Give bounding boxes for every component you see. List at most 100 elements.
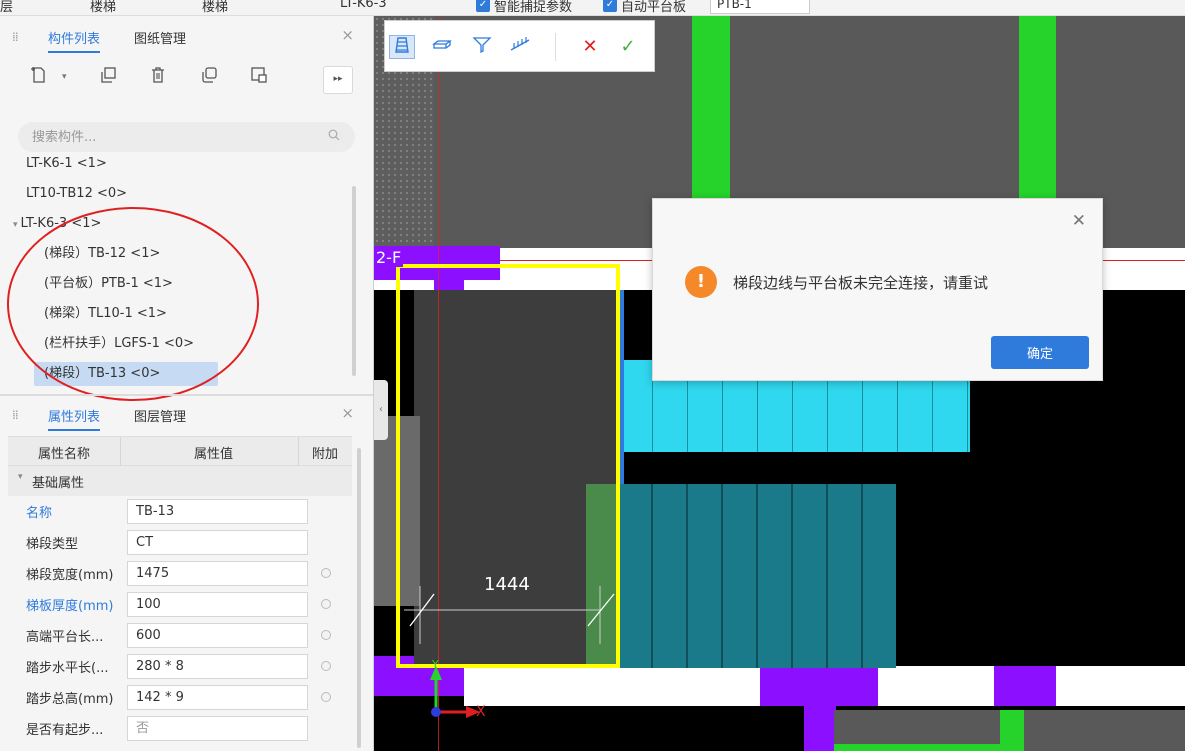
toolbar-divider	[555, 33, 556, 61]
axis-x-label: X	[476, 704, 486, 720]
slab-icon	[432, 40, 452, 49]
chevron-left-icon: ‹	[379, 404, 383, 415]
property-value-input[interactable]: CT	[127, 530, 308, 555]
attach-radio[interactable]	[321, 630, 331, 640]
trash-icon	[152, 67, 164, 83]
column-divider	[298, 437, 299, 467]
purple-column	[994, 666, 1056, 706]
property-value-input[interactable]: 100	[127, 592, 308, 617]
purple-column	[804, 706, 836, 751]
component-type-dropdown-2[interactable]: 楼梯	[202, 0, 228, 15]
property-name: 梯板厚度(mm)	[26, 599, 114, 614]
property-value-input[interactable]: 280 * 8	[127, 654, 308, 679]
chevron-down-icon[interactable]: ▾	[62, 72, 67, 82]
tab-layer-management[interactable]: 图层管理	[134, 406, 186, 429]
property-name: 是否有起步...	[26, 723, 104, 738]
property-value-input[interactable]: 否	[127, 716, 308, 741]
copy-button[interactable]	[95, 66, 121, 92]
purple-column	[760, 666, 878, 706]
property-row: 踏步总高(mm) 142 * 9	[8, 682, 352, 713]
close-icon: ✕	[582, 36, 598, 57]
red-annotation-ellipse	[7, 207, 259, 401]
tree-item[interactable]: LT-K6-1 <1>	[26, 152, 113, 176]
axis-y-label: Y	[432, 658, 439, 671]
close-icon[interactable]: ×	[341, 404, 354, 422]
close-icon[interactable]: ✕	[1072, 211, 1086, 231]
property-row: 高端平台长... 600	[8, 620, 352, 651]
railing-icon	[510, 37, 530, 51]
property-value-input[interactable]: 142 * 9	[127, 685, 308, 710]
attach-radio[interactable]	[321, 568, 331, 578]
drag-grip-icon[interactable]: ⁞⁞	[12, 408, 19, 422]
smart-snap-label: 智能捕捉参数	[494, 0, 573, 15]
drag-grip-icon[interactable]: ⁞⁞	[12, 30, 19, 44]
stair-flight-tool-button[interactable]	[389, 35, 415, 59]
property-scrollbar[interactable]	[357, 448, 361, 748]
platform-select[interactable]: PTB-1	[710, 0, 810, 14]
column-header: 属性值	[194, 447, 234, 462]
collapse-panel-handle[interactable]: ‹	[374, 380, 388, 440]
save-template-button[interactable]	[246, 66, 272, 92]
tab-component-list[interactable]: 构件列表	[48, 28, 101, 53]
property-name: 高端平台长...	[26, 630, 104, 645]
check-icon: ✓	[620, 36, 636, 57]
slab-band	[1056, 666, 1185, 706]
property-row: 踏步水平长(... 280 * 8	[8, 651, 352, 682]
attach-radio[interactable]	[321, 599, 331, 609]
duplicate-button[interactable]	[196, 66, 222, 92]
tab-drawing-management[interactable]: 图纸管理	[134, 28, 186, 51]
dimension-value: 1444	[484, 574, 530, 595]
property-row: 是否有起步... 否	[8, 713, 352, 744]
property-name: 梯段宽度(mm)	[26, 568, 114, 583]
column-divider	[120, 437, 121, 467]
component-name-dropdown[interactable]: LT-K6-3	[340, 0, 387, 11]
stair-steps-lower	[618, 484, 896, 668]
property-table-header: 属性名称 属性值 附加	[8, 436, 352, 467]
property-value-input[interactable]: TB-13	[127, 499, 308, 524]
attach-radio[interactable]	[321, 692, 331, 702]
attach-radio[interactable]	[321, 661, 331, 671]
delete-button[interactable]	[145, 66, 171, 92]
drawing-canvas[interactable]: 2-F 1444 Y X ‹	[374, 16, 1185, 751]
stair-beam-tool-button[interactable]	[469, 35, 495, 59]
auto-platform-label: 自动平台板	[621, 0, 687, 15]
warning-icon: !	[685, 266, 717, 298]
confirm-button[interactable]: ✓	[615, 35, 641, 59]
new-component-button[interactable]	[26, 66, 52, 92]
smart-snap-checkbox[interactable]: ✓	[476, 0, 490, 12]
close-icon[interactable]: ×	[341, 26, 354, 44]
platform-tool-button[interactable]	[429, 35, 455, 59]
railing-tool-button[interactable]	[507, 35, 533, 59]
layers-icon	[202, 67, 217, 83]
property-name: 踏步总高(mm)	[26, 692, 114, 707]
column-header: 属性名称	[38, 447, 91, 462]
group-label: 基础属性	[32, 476, 85, 491]
green-wall	[834, 744, 1000, 751]
slab-band	[878, 666, 994, 706]
tab-property-list[interactable]: 属性列表	[48, 406, 101, 431]
property-group-row[interactable]: ▾ 基础属性	[8, 466, 352, 496]
ok-button[interactable]: 确定	[991, 336, 1089, 369]
component-type-dropdown[interactable]: 楼梯	[90, 0, 116, 15]
property-value-input[interactable]: 1475	[127, 561, 308, 586]
save-icon	[251, 67, 267, 83]
property-row: 名称 TB-13	[8, 496, 352, 527]
property-row: 梯段类型 CT	[8, 527, 352, 558]
column-header: 附加	[312, 447, 339, 462]
search-input[interactable]	[18, 122, 355, 152]
search-icon[interactable]	[328, 129, 340, 144]
panel-divider[interactable]	[0, 394, 373, 396]
auto-platform-checkbox[interactable]: ✓	[603, 0, 617, 12]
copy-icon	[101, 67, 116, 83]
cancel-button[interactable]: ✕	[577, 35, 603, 59]
property-value-input[interactable]: 600	[127, 623, 308, 648]
caret-down-icon[interactable]: ▾	[18, 472, 23, 482]
top-toolbar-strip: 层 楼梯 楼梯 LT-K6-3 ✓ 智能捕捉参数 ✓ 自动平台板 PTB-1	[0, 0, 1185, 16]
component-panel-header: ⁞⁞ 构件列表 图纸管理 ×	[0, 22, 364, 53]
property-panel-header: ⁞⁞ 属性列表 图层管理 ×	[0, 400, 364, 431]
tree-scrollbar[interactable]	[352, 186, 356, 376]
funnel-icon	[472, 37, 492, 54]
more-button[interactable]: ▸▸	[323, 66, 353, 94]
property-row: 梯板厚度(mm) 100	[8, 589, 352, 620]
property-name: 梯段类型	[26, 537, 79, 552]
